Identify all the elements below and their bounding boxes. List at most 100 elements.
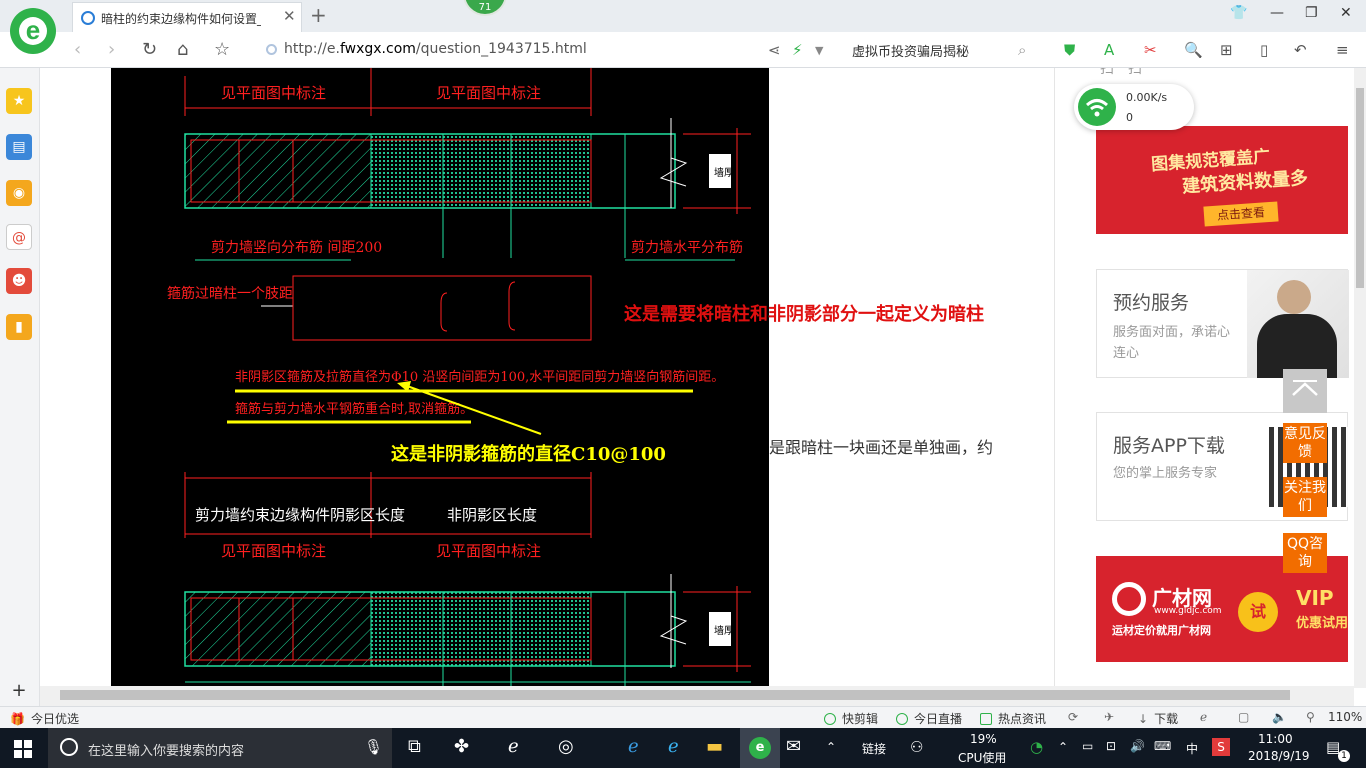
- tray-chevron-icon[interactable]: ⌃: [1058, 740, 1068, 754]
- news-button[interactable]: 热点资讯: [980, 710, 1046, 727]
- banner2-try-badge[interactable]: 试: [1238, 592, 1278, 632]
- add-sidebar-item-icon[interactable]: +: [6, 678, 32, 704]
- live-button[interactable]: 今日直播: [896, 710, 962, 727]
- zoom-level[interactable]: 110%: [1328, 710, 1362, 724]
- wifi-icon: [1078, 88, 1116, 126]
- keyboard-icon[interactable]: ⌨: [1154, 739, 1171, 753]
- new-tab-button[interactable]: +: [310, 3, 327, 27]
- column-divider: [1054, 68, 1055, 686]
- window-icon[interactable]: ▢: [1238, 710, 1249, 724]
- cad-vertical-bar-note: 剪力墙竖向分布筋 间距200: [211, 239, 382, 256]
- email-icon[interactable]: @: [6, 224, 32, 250]
- cad-horizontal-bar-note: 剪力墙水平分布筋: [631, 239, 743, 256]
- appointment-service-card[interactable]: 预约服务 服务面对面，承诺心连心: [1096, 269, 1349, 378]
- cpu-percent: 19%: [970, 732, 997, 746]
- links-toolbar[interactable]: 链接: [862, 740, 886, 757]
- internet-explorer-icon[interactable]: ℯ: [668, 736, 679, 757]
- pin-icon[interactable]: ✈: [1104, 710, 1114, 724]
- weibo-icon[interactable]: ◉: [6, 180, 32, 206]
- windows-start-icon[interactable]: [14, 740, 32, 758]
- search-suggestion[interactable]: 虚拟币投资骗局揭秘: [852, 41, 969, 60]
- speed-mode-icon[interactable]: ⚡: [792, 41, 803, 59]
- zoom-icon[interactable]: ⚲: [1306, 710, 1315, 724]
- wifi-tray-icon[interactable]: ◔: [1030, 738, 1043, 756]
- screenshot-scissors-icon[interactable]: ✂: [1144, 41, 1157, 59]
- horizontal-scrollbar[interactable]: [40, 686, 1354, 706]
- file-explorer-icon[interactable]: ▬: [706, 736, 723, 757]
- qr-top-text: 扫一扫: [1100, 68, 1142, 77]
- forward-icon[interactable]: ›: [108, 39, 115, 60]
- back-to-top-button[interactable]: [1283, 369, 1327, 413]
- refresh-icon[interactable]: ↻: [142, 39, 157, 60]
- network-speed-widget[interactable]: 0.00K/s 0: [1074, 84, 1194, 130]
- browser-logo[interactable]: e: [10, 8, 56, 54]
- active-browser-app[interactable]: e: [740, 728, 780, 768]
- share-icon[interactable]: ⋖: [768, 41, 781, 59]
- notification-badge[interactable]: 71: [463, 0, 507, 16]
- search-icon[interactable]: ⌕: [1018, 41, 1026, 59]
- cad-stirrup-note: 箍筋过暗柱一个肢距: [167, 285, 293, 302]
- shield-icon[interactable]: ⛊: [1064, 41, 1075, 59]
- today-picks-button[interactable]: 🎁 今日优选: [10, 710, 79, 727]
- game-icon[interactable]: ☻: [6, 268, 32, 294]
- apps-grid-icon[interactable]: ⊞: [1220, 41, 1233, 59]
- qq-consult-button[interactable]: QQ咨询: [1283, 533, 1327, 573]
- swirl-app-icon[interactable]: ◎: [558, 736, 574, 757]
- user-icon[interactable]: ⚇: [910, 738, 923, 756]
- ie-mode-icon[interactable]: ℯ: [1200, 710, 1207, 724]
- reading-list-icon[interactable]: ▤: [6, 134, 32, 160]
- microphone-icon[interactable]: 🎙: [364, 738, 383, 756]
- horizontal-scroll-thumb[interactable]: [60, 690, 1290, 700]
- cad-drawing-image: 见平面图中标注 见平面图中标注 墙厚 剪力墙竖向分布筋 间距200 剪力墙水平分…: [111, 68, 769, 686]
- speaker-icon[interactable]: 🔊: [1130, 739, 1145, 753]
- undo-icon[interactable]: ↶: [1294, 41, 1307, 59]
- quick-edit-button[interactable]: 快剪辑: [824, 710, 878, 727]
- ime-indicator[interactable]: 中: [1186, 740, 1198, 757]
- reading-mode-icon[interactable]: ▯: [1260, 41, 1268, 59]
- url-field[interactable]: http://e.fwxgx.com/question_1943715.html: [264, 38, 764, 62]
- gift-icon: 🎁: [10, 712, 25, 726]
- browser-tab[interactable]: 暗柱的约束边缘构件如何设置_广 ✕: [72, 2, 302, 32]
- sync-icon[interactable]: ⟳: [1068, 710, 1078, 724]
- cad-lower-sub-label-1: 见平面图中标注: [221, 542, 326, 560]
- volume-icon[interactable]: 🔈: [1272, 710, 1287, 724]
- mail-icon[interactable]: ✉: [786, 736, 801, 757]
- follow-us-button[interactable]: 关注我们: [1283, 477, 1327, 517]
- menu-icon[interactable]: ≡: [1336, 41, 1349, 59]
- home-icon[interactable]: ⌂: [177, 39, 188, 60]
- chevron-down-icon[interactable]: ▼: [815, 44, 823, 57]
- pinwheel-app-icon[interactable]: ✤: [454, 736, 469, 757]
- vertical-scroll-thumb[interactable]: [1356, 88, 1364, 288]
- upload-speed: 0.00K/s: [1126, 91, 1168, 104]
- edge-like-app-icon[interactable]: ℯ: [508, 736, 519, 757]
- download-button[interactable]: ↓ 下载: [1138, 710, 1178, 727]
- task-view-icon[interactable]: ⧉: [408, 736, 421, 757]
- favorite-star-icon[interactable]: ☆: [214, 39, 230, 60]
- card1-title: 预约服务: [1113, 292, 1190, 314]
- edge-icon[interactable]: ℯ: [628, 736, 639, 757]
- taskbar-search-box[interactable]: 在这里输入你要搜索的内容 🎙: [48, 728, 392, 768]
- magnifier-icon[interactable]: 🔍: [1184, 41, 1203, 59]
- clock-date[interactable]: 2018/9/19: [1248, 749, 1310, 763]
- news-label: 热点资讯: [998, 712, 1047, 726]
- browser-taskbar-icon: e: [749, 737, 771, 759]
- sogou-s-icon[interactable]: S: [1212, 738, 1230, 756]
- restore-icon[interactable]: ❐: [1305, 5, 1318, 21]
- minimize-icon[interactable]: —: [1270, 5, 1284, 21]
- banner1-view-button[interactable]: 点击查看: [1203, 201, 1279, 227]
- notes-icon[interactable]: ▮: [6, 314, 32, 340]
- tray-expand-icon[interactable]: ⌃: [826, 740, 836, 754]
- favorites-star-icon[interactable]: ★: [6, 88, 32, 114]
- clock-time[interactable]: 11:00: [1258, 732, 1293, 746]
- vertical-scrollbar[interactable]: [1354, 68, 1366, 688]
- network-icon[interactable]: ⊡: [1106, 739, 1116, 753]
- close-window-icon[interactable]: ✕: [1340, 5, 1352, 21]
- site-info-icon[interactable]: [266, 44, 277, 55]
- skin-icon[interactable]: 👕: [1230, 5, 1247, 21]
- atlas-ad-banner[interactable]: 图集规范覆盖广 建筑资料数量多 点击查看: [1096, 126, 1348, 234]
- battery-icon[interactable]: ▭: [1082, 739, 1093, 753]
- translate-icon[interactable]: A: [1104, 41, 1114, 59]
- tab-close-icon[interactable]: ✕: [283, 7, 296, 25]
- back-icon[interactable]: ‹: [74, 39, 81, 60]
- feedback-button[interactable]: 意见反馈: [1283, 423, 1327, 463]
